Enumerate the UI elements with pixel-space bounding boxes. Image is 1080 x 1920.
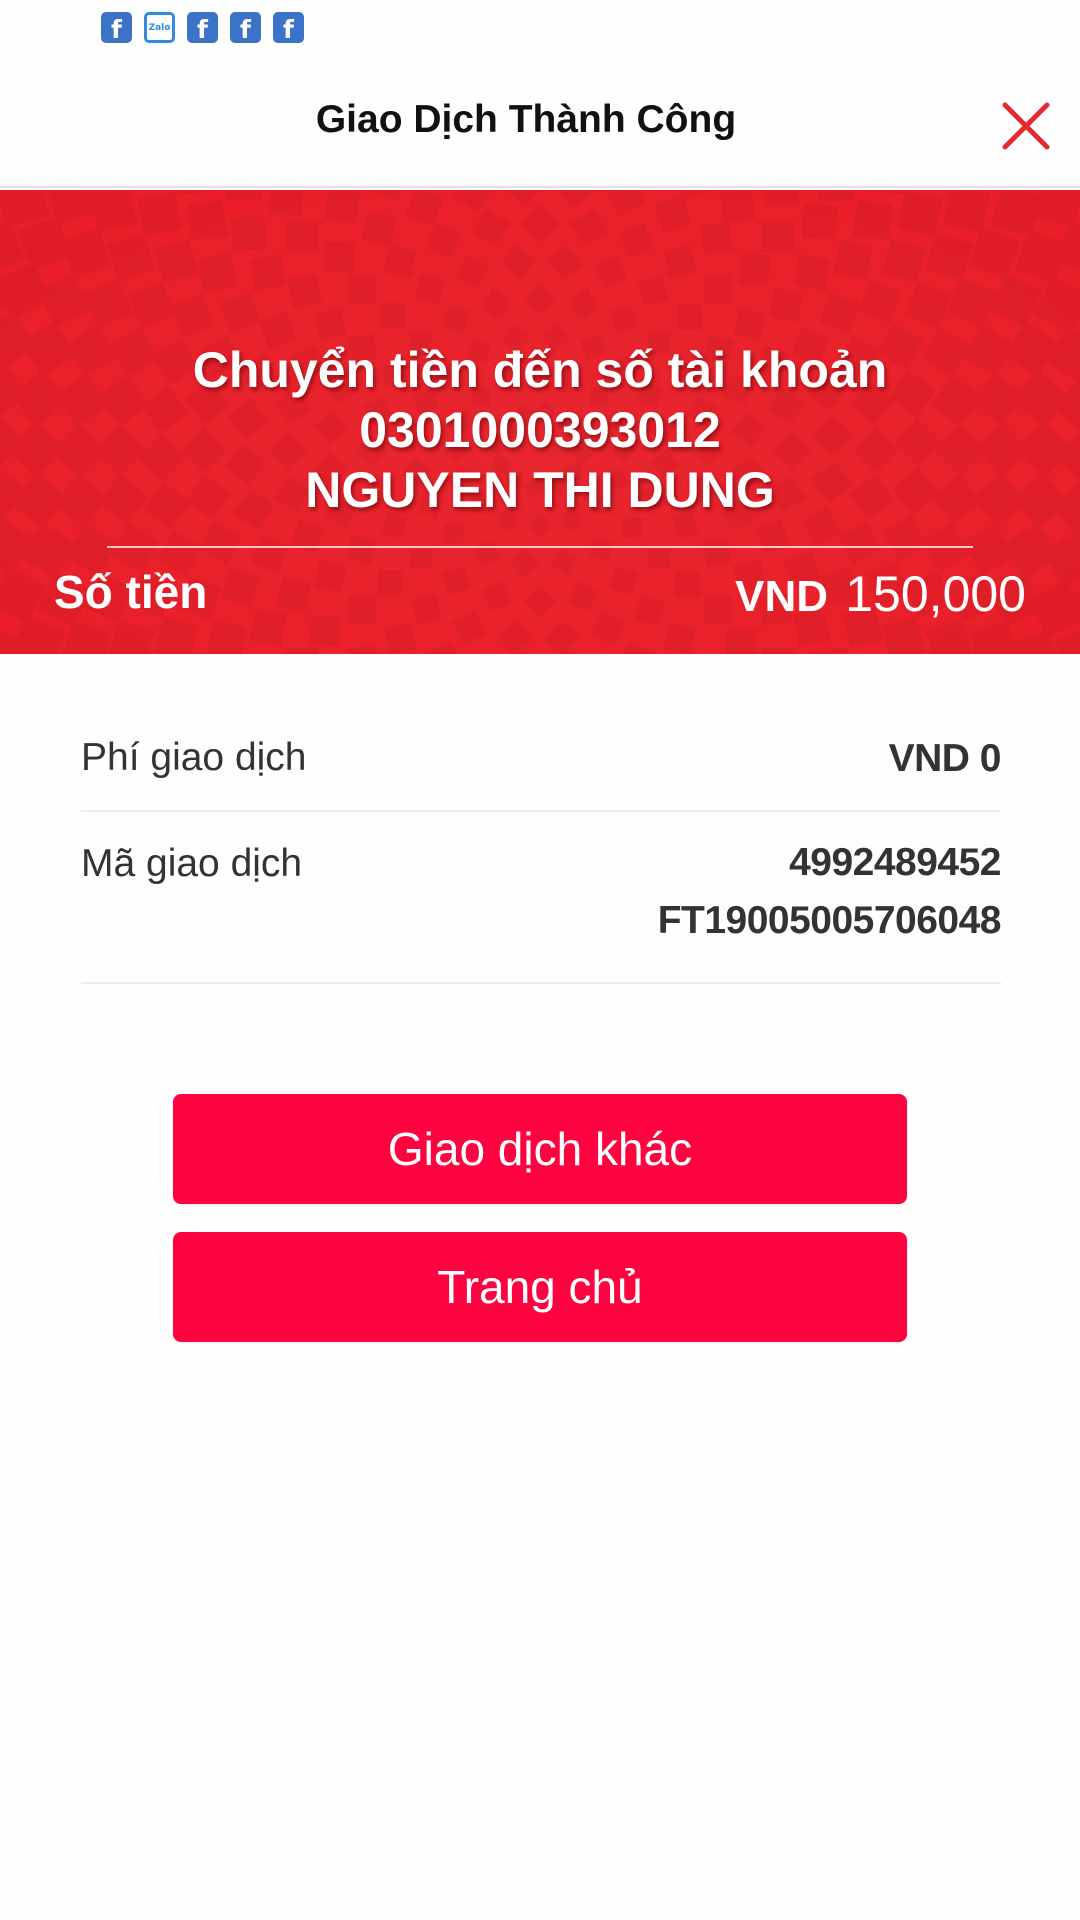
pattern-block bbox=[719, 190, 756, 224]
pattern-block bbox=[853, 199, 894, 241]
pattern-block bbox=[348, 596, 376, 624]
transfer-heading: Chuyển tiền đến số tài khoản bbox=[192, 342, 888, 398]
amount-currency: VND bbox=[735, 572, 828, 621]
pattern-block bbox=[819, 190, 855, 201]
pattern-block bbox=[793, 254, 830, 291]
pattern-block bbox=[310, 615, 341, 647]
pattern-block bbox=[314, 559, 347, 593]
pattern-block bbox=[230, 214, 268, 252]
transaction-details: Phí giao dịch VND 0 Mã giao dịch 4992489… bbox=[81, 700, 1002, 984]
amount-value: 150,000 bbox=[845, 566, 1026, 622]
pattern-block bbox=[739, 253, 770, 285]
pattern-block bbox=[286, 220, 319, 252]
pattern-block bbox=[733, 307, 766, 341]
pattern-block bbox=[250, 609, 287, 646]
close-button[interactable] bbox=[998, 98, 1054, 154]
pattern-block bbox=[699, 221, 734, 255]
account-number: 0301000393012 bbox=[359, 402, 721, 458]
transfer-description: Chuyển tiền đến số tài khoản 03010003930… bbox=[0, 340, 1080, 520]
status-bar-notifications: f Zalo f f f bbox=[101, 12, 304, 44]
facebook-icon: f bbox=[187, 12, 218, 44]
pattern-block bbox=[725, 627, 757, 654]
transaction-code-label: Mã giao dịch bbox=[81, 842, 303, 885]
pattern-block bbox=[268, 190, 304, 216]
pattern-block bbox=[286, 648, 319, 654]
pattern-block bbox=[314, 308, 347, 340]
pattern-block bbox=[664, 245, 696, 278]
transaction-code-value: 4992489452 FT19005005706048 bbox=[657, 834, 1002, 950]
pattern-block bbox=[704, 276, 732, 304]
zalo-icon: Zalo bbox=[144, 12, 175, 43]
header-bar: Giao Dịch Thành Công bbox=[0, 60, 1080, 188]
transaction-code-line-1: 4992489452 bbox=[789, 841, 1001, 884]
pattern-block bbox=[323, 241, 355, 273]
pattern-block bbox=[768, 287, 804, 323]
amount-label: Số tiền bbox=[54, 566, 208, 618]
pattern-block bbox=[288, 274, 322, 308]
fee-label: Phí giao dịch bbox=[81, 736, 307, 779]
pattern-block bbox=[384, 622, 416, 654]
pattern-block bbox=[250, 254, 287, 291]
pattern-block bbox=[348, 275, 376, 304]
pattern-block bbox=[225, 190, 262, 201]
facebook-icon: f bbox=[101, 12, 132, 44]
transaction-success-screen: f Zalo f f f Giao Dịch Thành Công Chuyển… bbox=[0, 0, 1080, 1920]
pattern-block bbox=[409, 545, 433, 569]
pattern-block bbox=[276, 577, 312, 613]
pattern-block bbox=[324, 190, 361, 224]
facebook-icon: f bbox=[273, 12, 304, 44]
pattern-block bbox=[704, 596, 732, 624]
fee-value: VND 0 bbox=[888, 737, 1002, 780]
pattern-block bbox=[761, 220, 794, 252]
pattern-block bbox=[702, 536, 732, 567]
home-button[interactable]: Trang chủ bbox=[173, 1232, 907, 1342]
pattern-block bbox=[137, 191, 182, 237]
pattern-block bbox=[761, 648, 794, 654]
pattern-block bbox=[674, 572, 700, 598]
pattern-block bbox=[380, 302, 406, 328]
transaction-code-line-2: FT19005005706048 bbox=[657, 899, 1002, 942]
pattern-block bbox=[647, 545, 671, 569]
fee-row: Phí giao dịch VND 0 bbox=[81, 700, 1002, 812]
pattern-block bbox=[638, 275, 668, 306]
transfer-banner: Chuyển tiền đến số tài khoản 03010003930… bbox=[0, 190, 1080, 654]
other-transaction-button[interactable]: Giao dịch khác bbox=[173, 1094, 907, 1204]
account-name: NGUYEN THI DUNG bbox=[305, 462, 775, 518]
pattern-block bbox=[677, 304, 703, 330]
page-title: Giao Dịch Thành Công bbox=[315, 98, 737, 141]
pattern-block bbox=[663, 622, 697, 654]
pattern-block bbox=[443, 522, 465, 544]
pattern-block bbox=[897, 191, 943, 236]
pattern-block bbox=[361, 210, 397, 246]
pattern-block bbox=[377, 570, 403, 596]
pattern-block bbox=[383, 245, 417, 278]
pattern-block bbox=[802, 203, 838, 240]
pattern-block bbox=[412, 594, 442, 625]
facebook-icon: f bbox=[230, 12, 261, 44]
pattern-block bbox=[186, 199, 227, 241]
pattern-block bbox=[833, 239, 874, 280]
close-icon bbox=[1002, 102, 1050, 150]
banner-divider bbox=[107, 546, 973, 548]
transaction-code-row: Mã giao dịch 4992489452 FT19005005706048 bbox=[81, 812, 1002, 984]
